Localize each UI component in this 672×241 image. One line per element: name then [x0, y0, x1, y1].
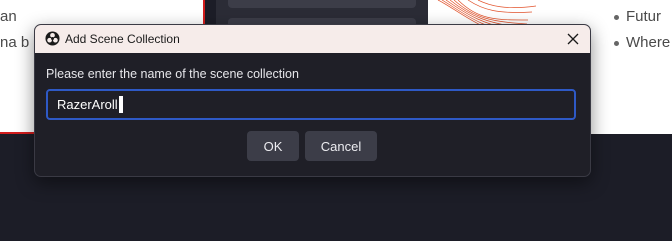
add-scene-collection-dialog: Add Scene Collection Please enter the na…: [34, 24, 591, 177]
scene-collection-name-input[interactable]: RazerAroll: [46, 89, 576, 120]
dialog-title: Add Scene Collection: [65, 32, 180, 46]
text-cursor: [118, 96, 123, 113]
dialog-titlebar[interactable]: Add Scene Collection: [35, 25, 590, 53]
background-button: [228, 0, 416, 8]
background-text-line: an: [0, 8, 17, 25]
background-text-line: na b: [0, 34, 30, 51]
cancel-button[interactable]: Cancel: [305, 131, 377, 161]
ok-button[interactable]: OK: [247, 131, 299, 161]
close-button[interactable]: [564, 30, 582, 48]
prompt-label: Please enter the name of the scene colle…: [46, 67, 299, 81]
close-icon: [567, 33, 579, 45]
background-bullet-item: Where: [614, 30, 670, 56]
obs-logo-icon: [45, 31, 60, 46]
background-bullet-list: Futur Where: [614, 4, 670, 56]
background-bullet-item: Futur: [614, 4, 670, 30]
input-value: RazerAroll: [57, 97, 118, 112]
